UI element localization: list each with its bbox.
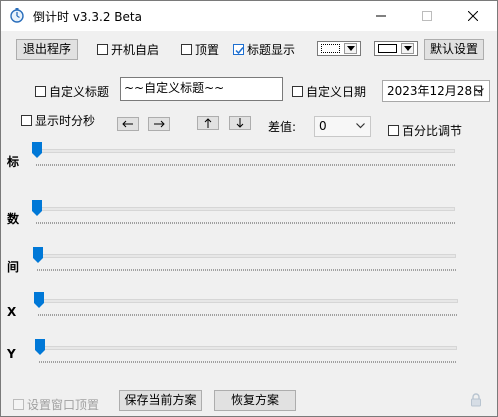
stopwatch-icon <box>9 7 25 23</box>
checkbox-box[interactable] <box>388 125 399 136</box>
date-value: 2023年12月28日 <box>387 84 485 98</box>
show-title-label: 标题显示 <box>247 43 296 57</box>
slider-label: 间 <box>7 260 20 274</box>
diff-value: 0 <box>319 119 327 133</box>
slider-label: 数 <box>7 212 20 226</box>
default-settings-button[interactable]: 默认设置 <box>424 39 484 60</box>
percent-adjust-checkbox[interactable]: 百分比调节 <box>388 122 462 139</box>
checkbox-box[interactable] <box>97 44 108 55</box>
dropdown-button[interactable] <box>344 43 357 54</box>
slider-label: X <box>7 305 17 319</box>
custom-date-label: 自定义日期 <box>306 85 367 99</box>
exit-button[interactable]: 退出程序 <box>16 39 78 60</box>
title-bar: 倒计时 v3.3.2 Beta <box>1 1 497 31</box>
close-button[interactable] <box>450 1 496 31</box>
slider-thumb[interactable] <box>33 291 45 309</box>
window-topmost-checkbox[interactable]: 设置窗口顶置 <box>13 396 99 413</box>
close-icon <box>468 11 478 21</box>
autostart-checkbox[interactable]: 开机自启 <box>97 41 159 58</box>
checkbox-box[interactable] <box>35 86 46 97</box>
show-hms-label: 显示时分秒 <box>35 114 96 128</box>
slider-thumb[interactable] <box>32 246 44 264</box>
save-scheme-button[interactable]: 保存当前方案 <box>119 390 202 411</box>
slider-thumb[interactable] <box>31 141 43 159</box>
restore-scheme-button[interactable]: 恢复方案 <box>214 390 296 411</box>
down-arrow-icon <box>236 118 244 128</box>
window-title: 倒计时 v3.3.2 Beta <box>33 10 142 24</box>
slider-ticks <box>36 222 455 224</box>
triangle-down-icon <box>404 46 412 51</box>
lock-icon[interactable] <box>469 392 483 411</box>
diff-select[interactable]: 0 <box>314 116 371 137</box>
app-window: 倒计时 v3.3.2 Beta 退出程序 开机自启 顶置 标题显示 默认设置 自… <box>0 0 498 417</box>
move-up-button[interactable] <box>197 116 219 130</box>
slider-thumb[interactable] <box>34 338 46 356</box>
checkmark-icon <box>235 47 244 55</box>
slider-thumb[interactable] <box>31 199 43 217</box>
percent-adjust-label: 百分比调节 <box>402 124 463 138</box>
custom-title-input[interactable]: ~~自定义标题~~ <box>120 77 283 101</box>
slider-track[interactable] <box>35 207 455 211</box>
text-color-picker[interactable] <box>317 41 361 56</box>
color-swatch <box>378 44 397 53</box>
topmost-label: 顶置 <box>195 43 220 57</box>
slider-ticks <box>39 361 457 363</box>
checkbox-box[interactable] <box>21 115 32 126</box>
minimize-icon <box>376 15 386 17</box>
custom-date-checkbox[interactable]: 自定义日期 <box>292 83 366 100</box>
triangle-down-icon <box>347 46 355 51</box>
topmost-checkbox[interactable]: 顶置 <box>181 41 219 58</box>
custom-title-checkbox[interactable]: 自定义标题 <box>35 83 109 100</box>
slider-label: Y <box>7 347 16 361</box>
autostart-label: 开机自启 <box>111 43 160 57</box>
right-arrow-icon <box>154 120 165 128</box>
checkbox-box[interactable] <box>233 44 244 55</box>
maximize-button[interactable] <box>404 1 450 31</box>
minimize-button[interactable] <box>358 1 404 31</box>
slider-track[interactable] <box>36 254 456 258</box>
up-arrow-icon <box>204 118 212 128</box>
show-hms-checkbox[interactable]: 显示时分秒 <box>21 112 95 129</box>
slider-label: 标 <box>7 155 20 169</box>
slider-track[interactable] <box>37 299 458 303</box>
maximize-icon <box>422 11 432 21</box>
background-color-picker[interactable] <box>374 41 418 56</box>
slider-ticks <box>37 269 456 271</box>
move-right-button[interactable] <box>148 117 170 131</box>
move-left-button[interactable] <box>117 117 139 131</box>
date-picker[interactable]: 2023年12月28日 <box>382 80 490 102</box>
checkbox-box[interactable] <box>292 86 303 97</box>
left-arrow-icon <box>122 120 133 128</box>
checkbox-box[interactable] <box>13 399 24 410</box>
checkbox-box[interactable] <box>181 44 192 55</box>
slider-ticks <box>38 314 458 316</box>
window-topmost-label: 设置窗口顶置 <box>27 398 100 412</box>
color-swatch <box>321 44 340 53</box>
chevron-down-icon <box>356 123 365 129</box>
diff-label: 差值: <box>268 120 297 134</box>
slider-ticks <box>36 164 455 166</box>
move-down-button[interactable] <box>229 116 251 130</box>
slider-track[interactable] <box>35 149 455 153</box>
slider-track[interactable] <box>38 346 457 350</box>
dropdown-button[interactable] <box>401 43 414 54</box>
custom-title-label: 自定义标题 <box>49 85 110 99</box>
chevron-down-icon <box>475 88 484 94</box>
show-title-checkbox[interactable]: 标题显示 <box>233 41 295 58</box>
